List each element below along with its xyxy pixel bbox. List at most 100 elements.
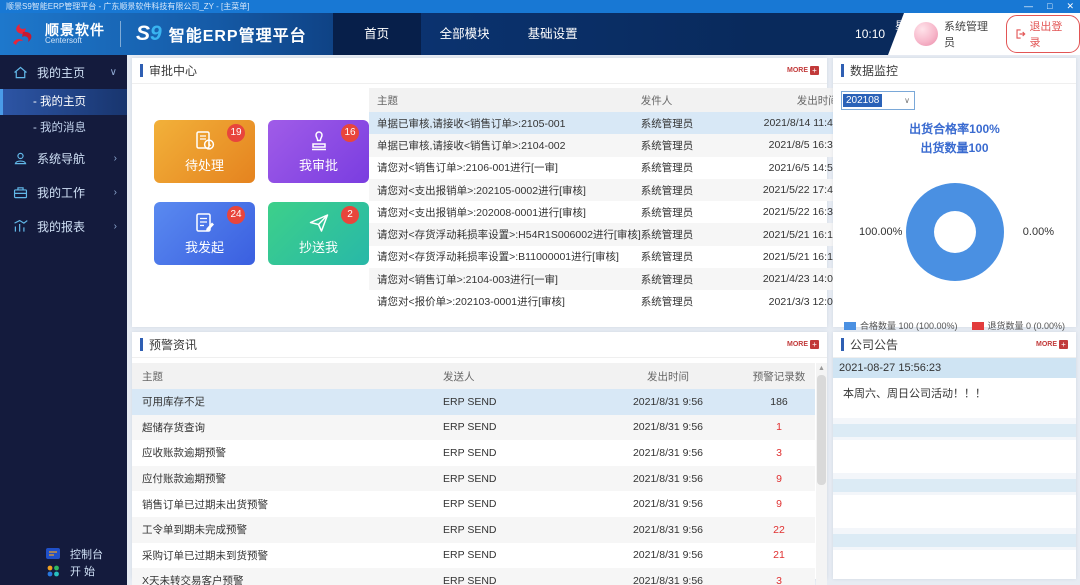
logout-label: 退出登录 xyxy=(1029,18,1071,50)
alert-table-row[interactable]: 可用库存不足 ERP SEND 2021/8/31 9:56 186 xyxy=(132,389,815,415)
chevron-right-icon: › xyxy=(114,153,117,164)
alerts-panel-header: 预警资讯 MORE + xyxy=(132,332,827,358)
avatar[interactable] xyxy=(914,22,938,46)
row-subject: 采购订单已过期未到货预警 xyxy=(132,548,443,563)
donut-ring xyxy=(906,183,1004,281)
row-sender: 系统管理员 xyxy=(641,249,741,264)
approval-table-row[interactable]: 请您对<支出报销单>:202008-0001进行[审核] 系统管理员 2021/… xyxy=(369,201,849,223)
alert-table-row[interactable]: 应收账款逾期预警 ERP SEND 2021/8/31 9:56 3 xyxy=(132,440,815,466)
chart-title-line1: 出货合格率100% xyxy=(833,120,1076,139)
row-count: 9 xyxy=(743,498,815,510)
announcement-date[interactable]: 2021-08-27 15:56:23 xyxy=(833,358,1076,378)
approval-more-button[interactable]: MORE + xyxy=(787,66,819,75)
sidebar-subitem-my-messages[interactable]: 我的消息 xyxy=(0,115,127,141)
chevron-right-icon: › xyxy=(114,187,117,198)
announcements-body: 2021-08-27 15:56:23 本周六、周日公司活动！！！ xyxy=(833,358,1076,579)
approval-table-row[interactable]: 单据已审核,请接收<销售订单>:2104-002 系统管理员 2021/8/5 … xyxy=(369,134,849,156)
approval-table-row[interactable]: 请您对<存货浮动耗损率设置>:H54R1S006002进行[审核] 系统管理员 … xyxy=(369,223,849,245)
sidebar-item-label: 我的工作 xyxy=(37,184,85,201)
brand-logo-icon xyxy=(10,21,38,47)
row-time: 2021/8/31 9:56 xyxy=(593,447,743,459)
alert-table-row[interactable]: 应付账款逾期预警 ERP SEND 2021/8/31 9:56 9 xyxy=(132,466,815,492)
console-button[interactable]: 控制台 xyxy=(0,545,127,562)
row-subject: 可用库存不足 xyxy=(132,394,443,409)
tile-pending[interactable]: 19 待处理 xyxy=(154,120,255,183)
row-sender: 系统管理员 xyxy=(641,227,741,242)
period-select[interactable]: 202108 ∨ xyxy=(841,91,915,110)
tile-initiated-by-me[interactable]: 24 我发起 xyxy=(154,202,255,265)
announcements-panel-header: 公司公告 MORE + xyxy=(833,332,1076,358)
alerts-scrollbar[interactable]: ▲ ▼ xyxy=(816,363,827,585)
row-time: 2021/8/31 9:56 xyxy=(593,549,743,561)
row-time: 2021/8/31 9:56 xyxy=(593,473,743,485)
scroll-up-icon[interactable]: ▲ xyxy=(816,363,827,374)
brand-name-en: Centersoft xyxy=(45,37,105,45)
sidebar-footer: 控制台 开 始 xyxy=(0,545,127,579)
row-subject: 超储存货查询 xyxy=(132,420,443,435)
approval-rows: 单据已审核,请接收<销售订单>:2105-001 系统管理员 2021/8/14… xyxy=(369,112,849,313)
tab-basic-settings[interactable]: 基础设置 xyxy=(509,13,597,55)
col-header-count: 预警记录数 xyxy=(743,369,815,384)
minimize-button[interactable]: — xyxy=(1024,0,1033,13)
sidebar-item-my-reports[interactable]: 我的报表 › xyxy=(0,209,127,243)
approval-table-row[interactable]: 请您对<销售订单>:2106-001进行[一审] 系统管理员 2021/6/5 … xyxy=(369,157,849,179)
announcement-empty-slot xyxy=(833,534,1076,547)
period-value: 202108 xyxy=(843,94,882,107)
maximize-button[interactable]: □ xyxy=(1047,0,1052,13)
monitor-panel-header: 数据监控 xyxy=(833,58,1076,84)
alert-table-row[interactable]: 采购订单已过期未到货预警 ERP SEND 2021/8/31 9:56 21 xyxy=(132,543,815,569)
chart-title-line2: 出货数量100 xyxy=(833,139,1076,158)
tile-label: 抄送我 xyxy=(299,237,338,256)
brand-name-cn: 顺景软件 xyxy=(45,23,105,37)
brand-divider xyxy=(120,21,121,47)
row-subject: 单据已审核,请接收<销售订单>:2104-002 xyxy=(369,138,641,153)
approval-table-row[interactable]: 请您对<存货浮动耗损率设置>:B11000001进行[审核] 系统管理员 202… xyxy=(369,246,849,268)
alert-table-row[interactable]: 超储存货查询 ERP SEND 2021/8/31 9:56 1 xyxy=(132,415,815,441)
row-subject: 请您对<报价单>:202103-0001进行[审核] xyxy=(369,294,641,309)
approval-table-row[interactable]: 请您对<支出报销单>:202105-0002进行[审核] 系统管理员 2021/… xyxy=(369,179,849,201)
legend-ok-swatch xyxy=(844,322,856,330)
sidebar-item-my-work[interactable]: 我的工作 › xyxy=(0,175,127,209)
row-sender: 系统管理员 xyxy=(641,183,741,198)
announcement-empty-slot xyxy=(833,550,1076,579)
row-count: 1 xyxy=(743,421,815,433)
tab-home[interactable]: 首页 xyxy=(333,13,421,55)
row-subject: 请您对<销售订单>:2106-001进行[一审] xyxy=(369,160,641,175)
tab-all-modules[interactable]: 全部模块 xyxy=(421,13,509,55)
clock-time: 10:10 xyxy=(855,27,885,41)
alert-table-row[interactable]: 销售订单已过期未出货预警 ERP SEND 2021/8/31 9:56 9 xyxy=(132,491,815,517)
sidebar-subitem-my-home[interactable]: 我的主页 xyxy=(0,89,127,115)
legend-ok: 合格数量 100 (100.00%) xyxy=(844,319,958,332)
initiate-count-badge: 24 xyxy=(227,206,245,224)
row-subject: 单据已审核,请接收<销售订单>:2105-001 xyxy=(369,116,641,131)
logout-icon xyxy=(1015,28,1026,40)
sidebar-item-my-home[interactable]: 我的主页 ∨ xyxy=(0,55,127,89)
row-sender: 系统管理员 xyxy=(641,160,741,175)
scroll-thumb[interactable] xyxy=(817,375,826,485)
alerts-panel-title: 预警资讯 xyxy=(140,336,197,353)
alert-table-row[interactable]: X天未转交易客户预警 ERP SEND 2021/8/31 9:56 3 xyxy=(132,568,815,585)
row-subject: 请您对<支出报销单>:202105-0002进行[审核] xyxy=(369,183,641,198)
start-button[interactable]: 开 始 xyxy=(0,562,127,579)
sidebar-item-system-nav[interactable]: 系统导航 › xyxy=(0,141,127,175)
sidebar-item-label: 我的主页 xyxy=(37,64,85,81)
row-sender: 系统管理员 xyxy=(641,294,741,309)
alerts-more-button[interactable]: MORE + xyxy=(787,340,819,349)
row-sender: 系统管理员 xyxy=(641,272,741,287)
approval-table-row[interactable]: 单据已审核,请接收<销售订单>:2105-001 系统管理员 2021/8/14… xyxy=(369,112,849,134)
announcements-more-button[interactable]: MORE + xyxy=(1036,340,1068,349)
tile-cc-to-me[interactable]: 2 抄送我 xyxy=(268,202,369,265)
row-subject: 工令单到期未完成预警 xyxy=(132,522,443,537)
legend-ok-label: 合格数量 100 (100.00%) xyxy=(860,319,958,332)
announcements-panel: 公司公告 MORE + 2021-08-27 15:56:23 本周六、周日公司… xyxy=(833,332,1076,579)
announcement-empty-slot xyxy=(833,495,1076,528)
approval-table-row[interactable]: 请您对<报价单>:202103-0001进行[审核] 系统管理员 2021/3/… xyxy=(369,290,849,312)
alert-table-row[interactable]: 工令单到期未完成预警 ERP SEND 2021/8/31 9:56 22 xyxy=(132,517,815,543)
row-sender: ERP SEND xyxy=(443,421,593,433)
close-button[interactable]: ✕ xyxy=(1066,0,1074,13)
logout-button[interactable]: 退出登录 xyxy=(1006,15,1080,53)
approval-table-row[interactable]: 请您对<销售订单>:2104-003进行[一审] 系统管理员 2021/4/23… xyxy=(369,268,849,290)
chevron-down-icon: ∨ xyxy=(904,96,910,105)
tile-my-approvals[interactable]: 16 我审批 xyxy=(268,120,369,183)
briefcase-icon xyxy=(12,184,29,201)
